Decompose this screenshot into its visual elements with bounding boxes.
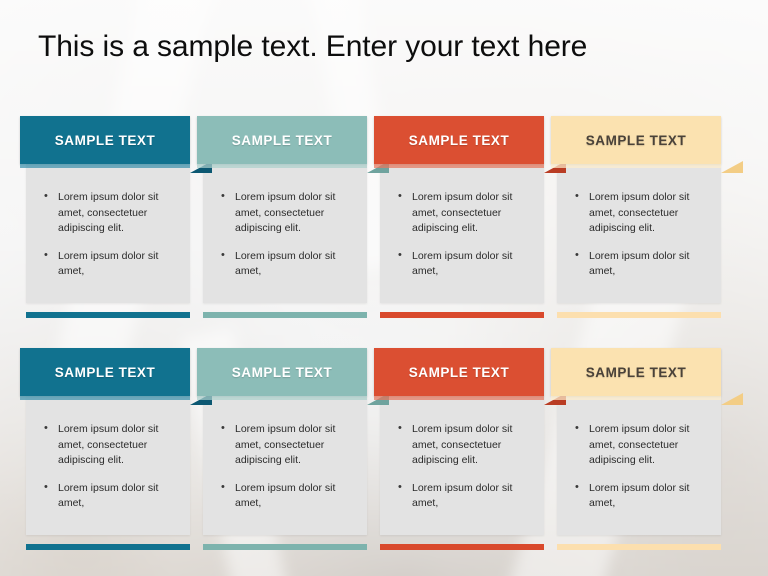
card-bullet-list: Lorem ipsum dolor sit amet, consectetuer…: [36, 189, 180, 280]
ribbon-banner: SAMPLE TEXT: [20, 348, 190, 396]
ribbon-fold-icon: [721, 161, 743, 173]
card-heading: SAMPLE TEXT: [54, 364, 156, 380]
card-body: Lorem ipsum dolor sit amet, consectetuer…: [203, 396, 367, 535]
ribbon-underline: [551, 164, 721, 168]
ribbon-banner: SAMPLE TEXT: [197, 348, 367, 396]
ribbon-underline: [374, 164, 544, 168]
ribbon-underline: [197, 164, 367, 168]
info-card[interactable]: SAMPLE TEXT Lorem ipsum dolor sit amet, c…: [374, 108, 566, 318]
list-item: Lorem ipsum dolor sit amet, consectetuer…: [567, 189, 711, 237]
ribbon-underline: [20, 396, 190, 400]
slide-canvas: This is a sample text. Enter your text h…: [0, 0, 768, 576]
ribbon-banner: SAMPLE TEXT: [551, 116, 721, 164]
card-bullet-list: Lorem ipsum dolor sit amet, consectetuer…: [567, 421, 711, 512]
card-bullet-list: Lorem ipsum dolor sit amet, consectetuer…: [213, 421, 357, 512]
card-heading: SAMPLE TEXT: [585, 132, 687, 148]
list-item: Lorem ipsum dolor sit amet,: [36, 480, 180, 512]
card-ribbon: SAMPLE TEXT: [197, 348, 389, 405]
info-card[interactable]: SAMPLE TEXT Lorem ipsum dolor sit amet, c…: [20, 108, 212, 318]
list-item: Lorem ipsum dolor sit amet, consectetuer…: [390, 421, 534, 469]
card-heading: SAMPLE TEXT: [408, 132, 510, 148]
card-ribbon: SAMPLE TEXT: [551, 116, 743, 173]
card-body: Lorem ipsum dolor sit amet, consectetuer…: [26, 164, 190, 303]
card-body: Lorem ipsum dolor sit amet, consectetuer…: [557, 164, 721, 303]
card-body: Lorem ipsum dolor sit amet, consectetuer…: [380, 396, 544, 535]
ribbon-underline: [20, 164, 190, 168]
ribbon-underline: [374, 396, 544, 400]
list-item: Lorem ipsum dolor sit amet,: [567, 480, 711, 512]
ribbon-underline: [197, 396, 367, 400]
ribbon-banner: SAMPLE TEXT: [551, 348, 721, 396]
card-body: Lorem ipsum dolor sit amet, consectetuer…: [380, 164, 544, 303]
card-ribbon: SAMPLE TEXT: [374, 116, 566, 173]
ribbon-banner: SAMPLE TEXT: [20, 116, 190, 164]
card-heading: SAMPLE TEXT: [231, 364, 333, 380]
card-body: Lorem ipsum dolor sit amet, consectetuer…: [203, 164, 367, 303]
info-card[interactable]: SAMPLE TEXT Lorem ipsum dolor sit amet, c…: [551, 108, 743, 318]
list-item: Lorem ipsum dolor sit amet, consectetuer…: [36, 189, 180, 237]
card-accent-bar: [557, 312, 721, 318]
list-item: Lorem ipsum dolor sit amet,: [213, 248, 357, 280]
list-item: Lorem ipsum dolor sit amet, consectetuer…: [390, 189, 534, 237]
card-ribbon: SAMPLE TEXT: [20, 348, 212, 405]
list-item: Lorem ipsum dolor sit amet, consectetuer…: [213, 189, 357, 237]
card-bullet-list: Lorem ipsum dolor sit amet, consectetuer…: [36, 421, 180, 512]
info-card[interactable]: SAMPLE TEXT Lorem ipsum dolor sit amet, c…: [197, 340, 389, 550]
info-card[interactable]: SAMPLE TEXT Lorem ipsum dolor sit amet, c…: [197, 108, 389, 318]
card-bullet-list: Lorem ipsum dolor sit amet, consectetuer…: [390, 189, 534, 280]
card-ribbon: SAMPLE TEXT: [374, 348, 566, 405]
card-body: Lorem ipsum dolor sit amet, consectetuer…: [26, 396, 190, 535]
card-bullet-list: Lorem ipsum dolor sit amet, consectetuer…: [390, 421, 534, 512]
ribbon-fold-icon: [721, 393, 743, 405]
list-item: Lorem ipsum dolor sit amet, consectetuer…: [213, 421, 357, 469]
card-accent-bar: [26, 312, 190, 318]
card-accent-bar: [26, 544, 190, 550]
card-accent-bar: [380, 544, 544, 550]
card-accent-bar: [203, 312, 367, 318]
card-accent-bar: [380, 312, 544, 318]
card-ribbon: SAMPLE TEXT: [551, 348, 743, 405]
slide-title: This is a sample text. Enter your text h…: [38, 30, 588, 63]
list-item: Lorem ipsum dolor sit amet,: [390, 248, 534, 280]
info-card[interactable]: SAMPLE TEXT Lorem ipsum dolor sit amet, c…: [20, 340, 212, 550]
list-item: Lorem ipsum dolor sit amet,: [36, 248, 180, 280]
list-item: Lorem ipsum dolor sit amet, consectetuer…: [567, 421, 711, 469]
card-body: Lorem ipsum dolor sit amet, consectetuer…: [557, 396, 721, 535]
ribbon-underline: [551, 396, 721, 400]
card-heading: SAMPLE TEXT: [585, 364, 687, 380]
card-heading: SAMPLE TEXT: [54, 132, 156, 148]
card-accent-bar: [203, 544, 367, 550]
ribbon-banner: SAMPLE TEXT: [374, 348, 544, 396]
card-grid: SAMPLE TEXT Lorem ipsum dolor sit amet, c…: [20, 108, 743, 550]
card-ribbon: SAMPLE TEXT: [197, 116, 389, 173]
info-card[interactable]: SAMPLE TEXT Lorem ipsum dolor sit amet, c…: [551, 340, 743, 550]
card-ribbon: SAMPLE TEXT: [20, 116, 212, 173]
card-bullet-list: Lorem ipsum dolor sit amet, consectetuer…: [213, 189, 357, 280]
list-item: Lorem ipsum dolor sit amet,: [567, 248, 711, 280]
list-item: Lorem ipsum dolor sit amet, consectetuer…: [36, 421, 180, 469]
card-bullet-list: Lorem ipsum dolor sit amet, consectetuer…: [567, 189, 711, 280]
ribbon-banner: SAMPLE TEXT: [374, 116, 544, 164]
card-row-1: SAMPLE TEXT Lorem ipsum dolor sit amet, c…: [20, 108, 743, 318]
card-heading: SAMPLE TEXT: [231, 132, 333, 148]
list-item: Lorem ipsum dolor sit amet,: [213, 480, 357, 512]
card-heading: SAMPLE TEXT: [408, 364, 510, 380]
card-row-2: SAMPLE TEXT Lorem ipsum dolor sit amet, c…: [20, 340, 743, 550]
card-accent-bar: [557, 544, 721, 550]
ribbon-banner: SAMPLE TEXT: [197, 116, 367, 164]
info-card[interactable]: SAMPLE TEXT Lorem ipsum dolor sit amet, c…: [374, 340, 566, 550]
list-item: Lorem ipsum dolor sit amet,: [390, 480, 534, 512]
